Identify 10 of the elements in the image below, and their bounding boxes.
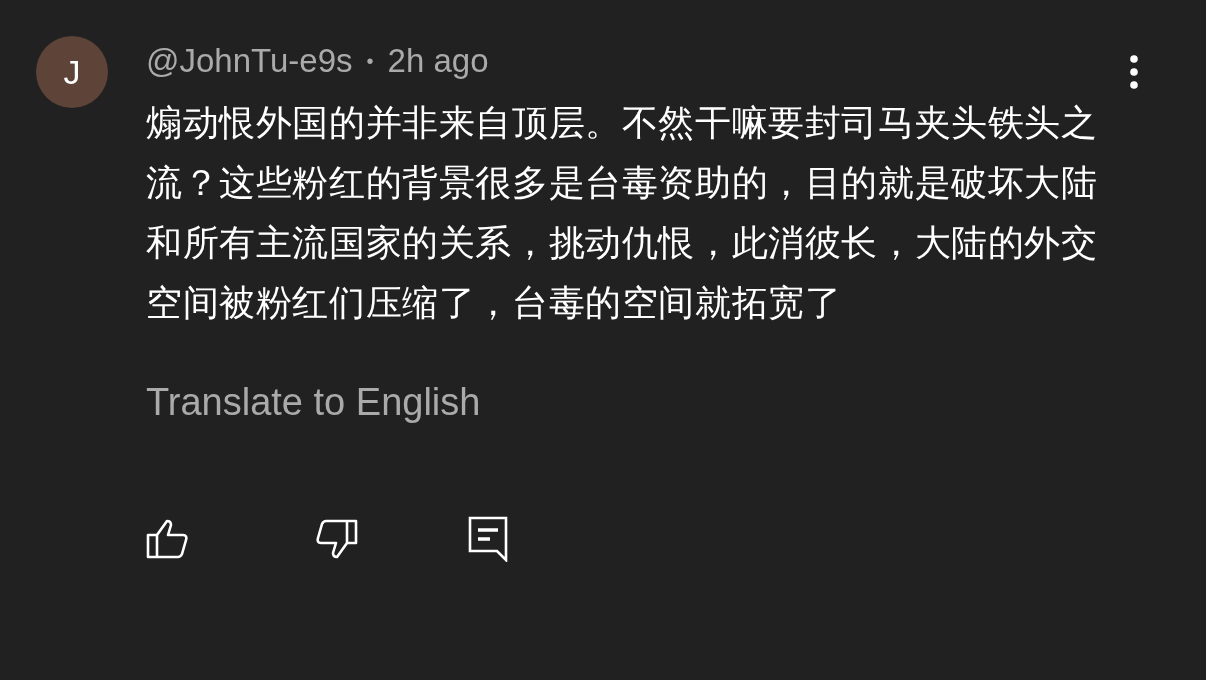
translate-link[interactable]: Translate to English bbox=[146, 381, 481, 424]
thumbs-down-icon[interactable] bbox=[314, 519, 358, 559]
more-options-icon[interactable] bbox=[1129, 55, 1139, 89]
reply-icon[interactable] bbox=[468, 516, 508, 562]
timestamp: 2h ago bbox=[387, 42, 489, 80]
comment-text: 煽动恨外国的并非来自顶层。不然干嘛要封司马夹头铁头之流？这些粉红的背景很多是台毒资助的，目的就是破坏大陆和所有主流国家的关系，挑动仇恨，此消彼长，大陆的外交空间被粉红们压缩了，台毒的空间就拓宽了 bbox=[146, 101, 1099, 325]
separator-dot: • bbox=[366, 49, 374, 73]
avatar[interactable]: J bbox=[36, 36, 108, 108]
thumbs-up-icon[interactable] bbox=[146, 519, 190, 559]
author-name[interactable]: @JohnTu-e9s bbox=[146, 42, 353, 80]
